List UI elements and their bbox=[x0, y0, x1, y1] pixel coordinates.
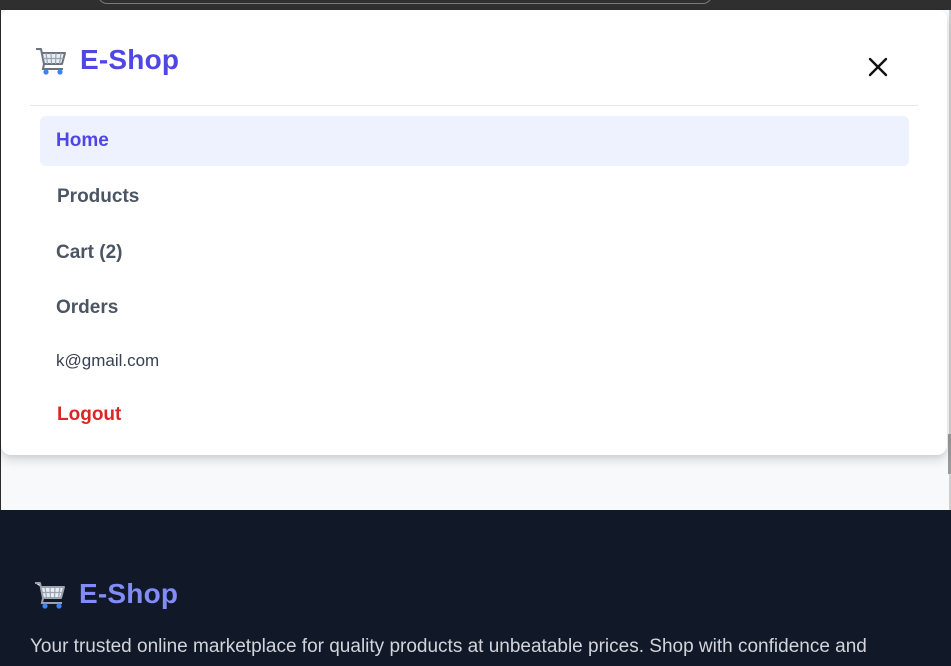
brand-logo-link[interactable]: E-Shop bbox=[34, 42, 179, 78]
shopping-cart-icon bbox=[36, 48, 66, 75]
browser-top-strip bbox=[0, 0, 951, 10]
footer-tagline: Your trusted online marketplace for qual… bbox=[30, 636, 867, 657]
shopping-cart-icon bbox=[35, 582, 65, 609]
nav-item-products[interactable]: Products bbox=[40, 172, 909, 222]
footer-brand[interactable]: E-Shop bbox=[33, 576, 178, 612]
header-divider bbox=[30, 105, 918, 106]
nav-item-orders[interactable]: Orders bbox=[40, 283, 909, 333]
footer-brand-name: E-Shop bbox=[79, 578, 179, 609]
mobile-nav-drawer: E-Shop Home Products Cart (2) Orders k@g… bbox=[1, 10, 947, 455]
nav-item-home[interactable]: Home bbox=[40, 116, 909, 166]
address-bar-edge bbox=[98, 0, 712, 4]
site-footer: E-Shop Your trusted online marketplace f… bbox=[0, 510, 951, 666]
logout-button[interactable]: Logout bbox=[40, 390, 909, 440]
nav-item-cart[interactable]: Cart (2) bbox=[40, 228, 909, 278]
brand-name: E-Shop bbox=[80, 44, 180, 75]
close-menu-button[interactable] bbox=[863, 52, 893, 82]
close-icon bbox=[868, 57, 888, 77]
user-email: k@gmail.com bbox=[56, 351, 160, 370]
